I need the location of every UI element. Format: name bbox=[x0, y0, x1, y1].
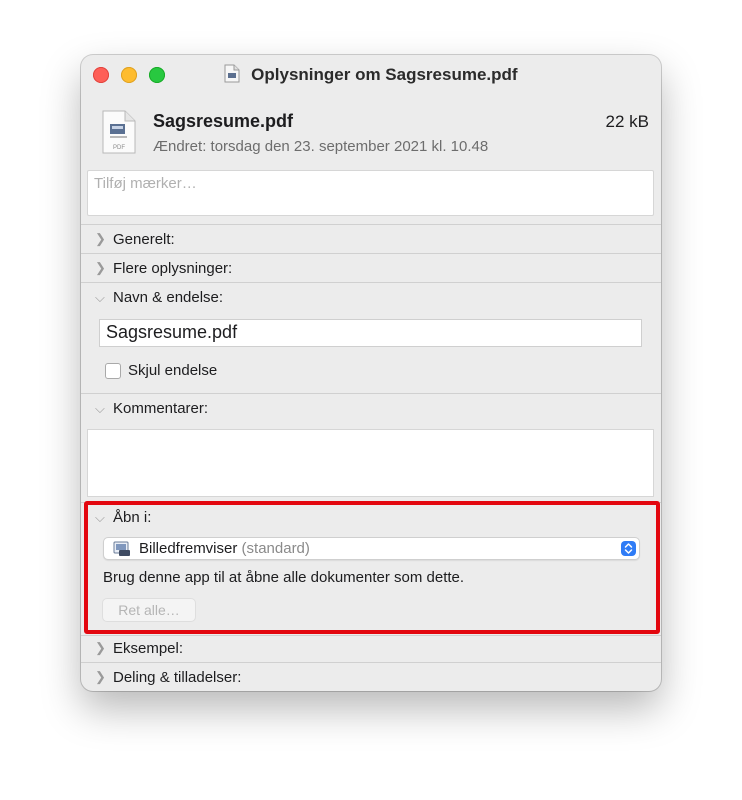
document-icon bbox=[224, 64, 240, 88]
chevron-down-icon: ⌵ bbox=[95, 290, 105, 305]
section-preview-label: Eksempel: bbox=[113, 640, 184, 657]
divider bbox=[81, 253, 661, 254]
chevron-right-icon: ❯ bbox=[95, 231, 106, 246]
section-name-ext-label: Navn & endelse: bbox=[113, 289, 224, 306]
window-title-wrap: Oplysninger om Sagsresume.pdf bbox=[81, 64, 661, 88]
chevron-right-icon: ❯ bbox=[95, 669, 106, 684]
tags-field[interactable]: Tilføj mærker… bbox=[87, 170, 654, 216]
section-general-label: Generelt: bbox=[113, 231, 175, 248]
divider bbox=[81, 662, 661, 663]
chevron-right-icon: ❯ bbox=[95, 640, 106, 655]
chevron-down-icon: ⌵ bbox=[95, 401, 105, 416]
file-name: Sagsresume.pdf bbox=[153, 111, 294, 131]
section-comments[interactable]: ⌵ Kommentarer: bbox=[95, 400, 208, 417]
divider bbox=[81, 635, 661, 636]
file-modified: Ændret: torsdag den 23. september 2021 k… bbox=[153, 138, 489, 155]
chevron-right-icon: ❯ bbox=[95, 260, 106, 275]
divider bbox=[81, 282, 661, 283]
filename-input[interactable]: Sagsresume.pdf bbox=[99, 319, 642, 347]
section-more-info[interactable]: ❯ Flere oplysninger: bbox=[95, 260, 232, 277]
section-name-ext[interactable]: ⌵ Navn & endelse: bbox=[95, 289, 223, 306]
section-sharing-label: Deling & tilladelser: bbox=[113, 669, 242, 686]
hide-extension-checkbox[interactable] bbox=[105, 363, 121, 379]
file-size: 22 kB bbox=[605, 112, 649, 131]
file-header: PDF Sagsresume.pdf Ændret: torsdag den 2… bbox=[81, 95, 661, 167]
hide-extension-label: Skjul endelse bbox=[128, 362, 218, 379]
pdf-label: PDF bbox=[113, 145, 125, 151]
open-with-highlight bbox=[84, 501, 660, 634]
section-general[interactable]: ❯ Generelt: bbox=[95, 231, 175, 248]
comments-field[interactable] bbox=[87, 429, 654, 497]
title-bar: Oplysninger om Sagsresume.pdf bbox=[81, 55, 661, 95]
section-sharing[interactable]: ❯ Deling & tilladelser: bbox=[95, 669, 241, 686]
pdf-document-icon: PDF bbox=[101, 110, 137, 159]
window-title: Oplysninger om Sagsresume.pdf bbox=[251, 65, 518, 84]
divider bbox=[81, 224, 661, 225]
section-comments-label: Kommentarer: bbox=[113, 400, 209, 417]
divider bbox=[81, 393, 661, 394]
section-more-info-label: Flere oplysninger: bbox=[113, 260, 233, 277]
section-preview[interactable]: ❯ Eksempel: bbox=[95, 640, 183, 657]
